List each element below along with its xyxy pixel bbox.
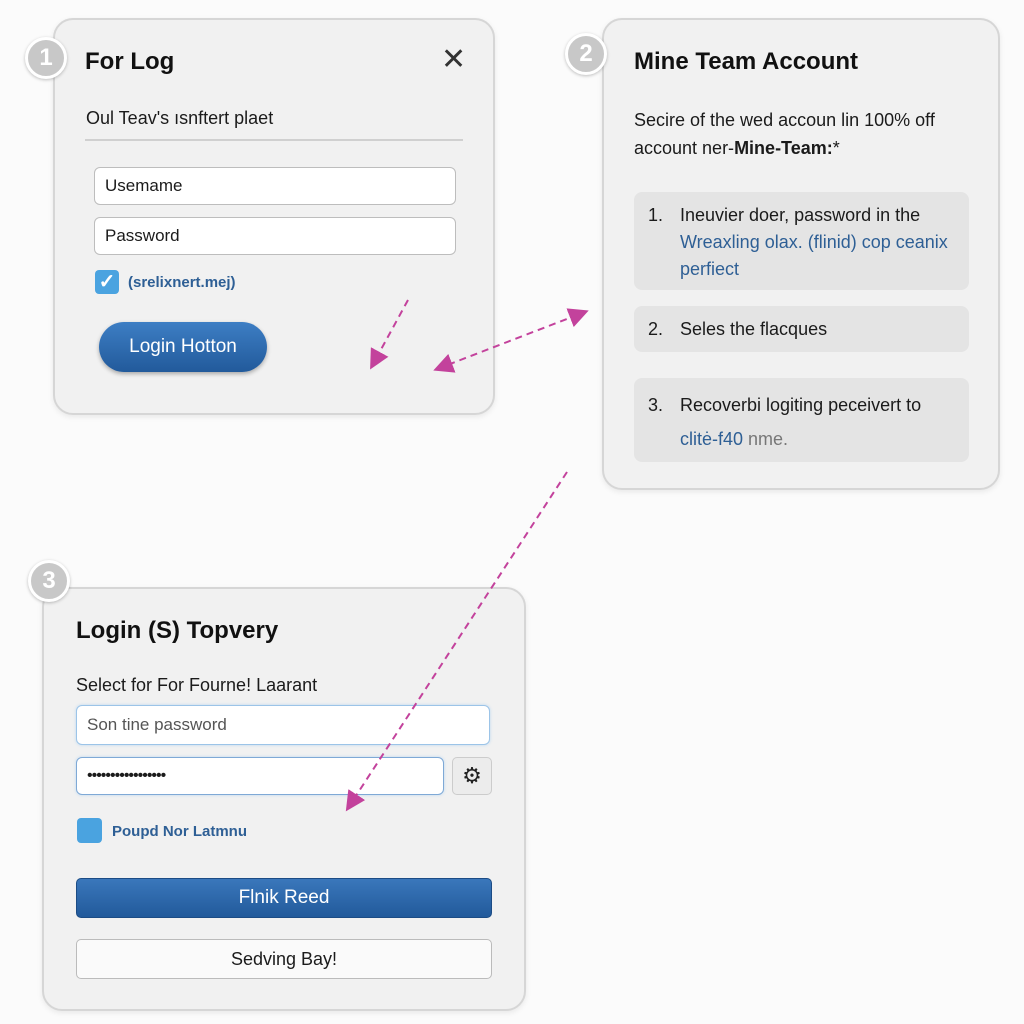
- step-link[interactable]: Wreaxling olax. (flinid) cop ceanix perf…: [680, 232, 948, 279]
- step-link[interactable]: clitė-f40: [680, 429, 743, 449]
- panel-title: For Log: [85, 48, 175, 75]
- step-text: Recoverbi logiting peceivert to: [680, 395, 922, 415]
- username-input[interactable]: Usemame: [94, 167, 456, 205]
- panel-title: Mine Team Account: [634, 48, 859, 75]
- intro-team-name: Mine-Team:: [734, 138, 833, 158]
- intro-asterisk: *: [832, 138, 840, 158]
- step-text: Seles the flacques: [680, 319, 828, 339]
- step-number: 3.: [648, 395, 664, 415]
- intro-line-1: Secire of the wed accoun lin 100% off: [634, 110, 935, 130]
- step-badge-1: 1: [25, 37, 67, 79]
- login-button[interactable]: Login Hotton: [99, 322, 267, 372]
- step-text-suffix: nme.: [743, 429, 789, 449]
- primary-button[interactable]: Flnik Reed: [76, 878, 492, 918]
- gear-icon[interactable]: ⚙: [452, 757, 492, 795]
- intro-text: Secire of the wed accoun lin 100% off ac…: [634, 106, 935, 162]
- password-field[interactable]: •••••••••••••••••: [76, 757, 444, 795]
- step-number: 1.: [648, 205, 664, 225]
- step-item-2: 2. Seles the flacques: [634, 306, 969, 352]
- step-text: Ineuvier doer, password in the: [680, 205, 921, 225]
- close-icon[interactable]: ✕: [441, 42, 466, 77]
- divider: [85, 139, 463, 141]
- account-steps-panel: Mine Team Account Secire of the wed acco…: [602, 18, 1000, 490]
- login-panel: For Log ✕ Oul Teav's ısnftert plaet Usem…: [53, 18, 495, 415]
- recovery-panel: Login (S) Topvery Select for For Fourne!…: [42, 587, 526, 1011]
- secondary-button[interactable]: Sedving Bay!: [76, 939, 492, 979]
- step-badge-2: 2: [565, 33, 607, 75]
- new-password-input[interactable]: Son tine password: [76, 705, 490, 745]
- password-input[interactable]: Password: [94, 217, 456, 255]
- remember-checkbox[interactable]: ✓: [95, 270, 119, 294]
- step-item-3: 3. Recoverbi logiting peceivert to clitė…: [634, 378, 969, 462]
- intro-line-2: account ner-: [634, 138, 735, 158]
- step-number: 2.: [648, 319, 664, 339]
- option-checkbox[interactable]: [77, 818, 102, 843]
- step-badge-3: 3: [28, 560, 70, 602]
- field-label: Select for For Fourne! Laarant: [76, 675, 318, 695]
- checkbox-label: (srelixnert.mej): [128, 274, 236, 291]
- step-item-1: 1. Ineuvier doer, password in the Wreaxl…: [634, 192, 969, 290]
- panel-title: Login (S) Topvery: [76, 617, 279, 644]
- panel-subtitle: Oul Teav's ısnftert plaet: [86, 108, 274, 128]
- checkbox-label: Poupd Nor Latmnu: [112, 823, 247, 840]
